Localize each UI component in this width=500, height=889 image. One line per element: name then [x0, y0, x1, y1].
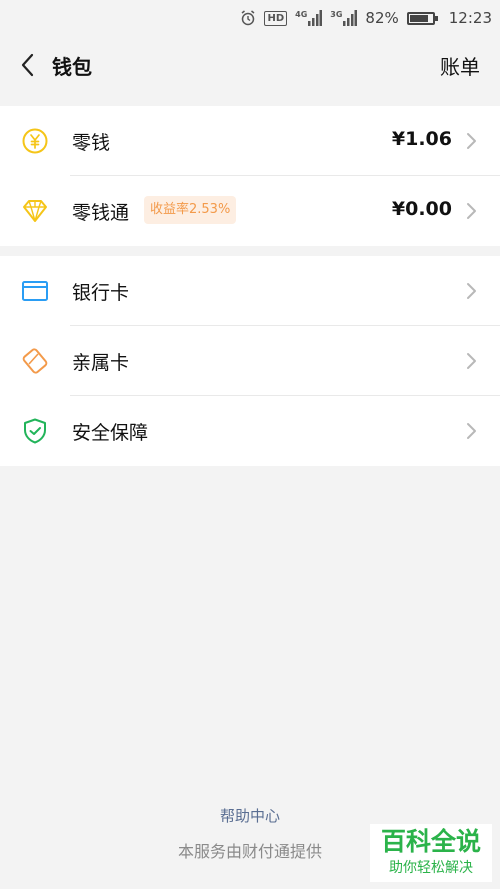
family-card-icon: [21, 347, 49, 375]
chevron-right-icon: [466, 131, 478, 151]
balance-section: 零钱 ¥1.06 零钱通 收益率2.53% ¥0.00: [0, 106, 500, 246]
chevron-right-icon: [466, 281, 478, 301]
change-label: 零钱: [72, 132, 111, 154]
diamond-icon: [21, 197, 49, 225]
yuan-coin-icon: [21, 127, 49, 155]
watermark-title: 百科全说: [380, 827, 481, 856]
network-4g-label: 4G: [295, 10, 308, 19]
family-card-row[interactable]: 亲属卡: [0, 326, 500, 396]
watermark-logo: 百科全说 助你轻松解决: [370, 824, 492, 882]
signal-3g-icon: 3G: [330, 10, 358, 26]
bill-button[interactable]: 账单: [440, 51, 480, 80]
change-row[interactable]: 零钱 ¥1.06: [0, 106, 500, 176]
bank-card-icon: [21, 277, 49, 305]
change-balance: ¥1.06: [391, 128, 452, 150]
lqt-balance: ¥0.00: [391, 198, 452, 220]
help-center-link[interactable]: 帮助中心: [0, 805, 500, 826]
signal-4g-icon: 4G: [295, 10, 323, 26]
network-3g-label: 3G: [330, 10, 343, 19]
battery-percent: 82%: [365, 9, 399, 27]
lqt-row[interactable]: 零钱通 收益率2.53% ¥0.00: [0, 176, 500, 246]
back-arrow-icon: [21, 53, 34, 77]
watermark-subtitle: 助你轻松解决: [389, 860, 473, 876]
alarm-icon: [240, 10, 256, 26]
battery-icon: [406, 11, 438, 25]
chevron-right-icon: [466, 201, 478, 221]
chevron-right-icon: [466, 421, 478, 441]
back-button[interactable]: [14, 51, 40, 79]
lqt-label: 零钱通: [72, 202, 130, 224]
services-section: 银行卡 亲属卡 安全保障: [0, 256, 500, 466]
clock: 12:23: [448, 9, 492, 27]
chevron-right-icon: [466, 351, 478, 371]
status-bar: HD 4G 3G 82% 12:23: [0, 0, 500, 36]
hd-badge: HD: [264, 10, 288, 26]
yield-rate-badge: 收益率2.53%: [144, 196, 237, 224]
battery-fill: [409, 14, 428, 22]
security-label: 安全保障: [72, 422, 149, 444]
bank-card-row[interactable]: 银行卡: [0, 256, 500, 326]
wallet-page: HD 4G 3G 82% 12:23 钱包 账单 零钱 ¥1.06 零钱通 收益…: [0, 0, 500, 889]
bank-card-label: 银行卡: [72, 282, 130, 304]
header-bar: 钱包 账单: [0, 36, 500, 94]
family-card-label: 亲属卡: [72, 352, 130, 374]
shield-check-icon: [21, 417, 49, 445]
page-title: 钱包: [52, 55, 92, 79]
security-row[interactable]: 安全保障: [0, 396, 500, 466]
